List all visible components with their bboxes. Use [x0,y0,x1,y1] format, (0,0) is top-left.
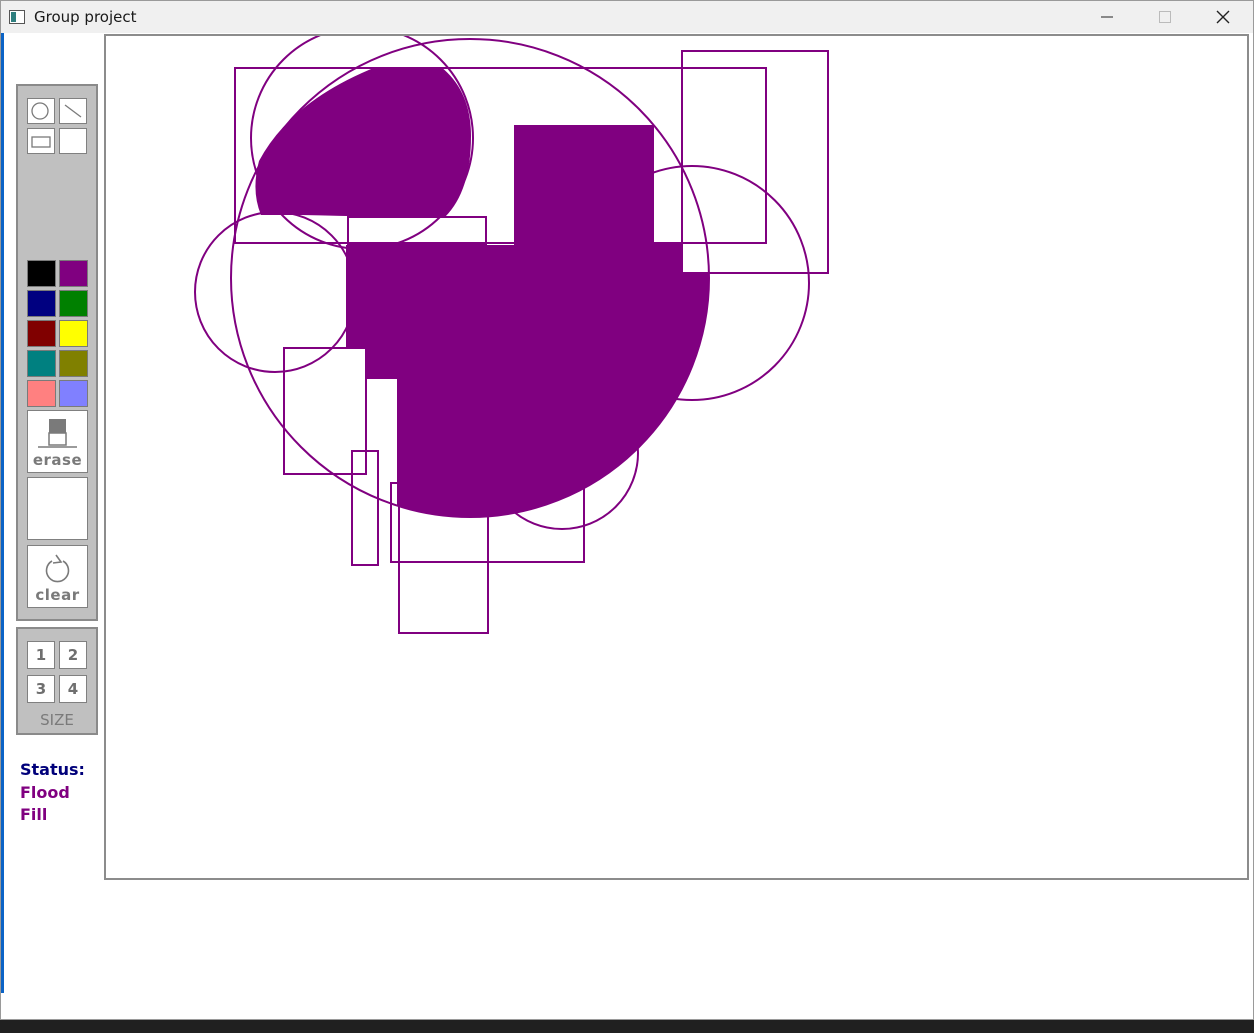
line-icon [64,104,82,118]
color-swatch-pink[interactable] [27,380,56,407]
color-swatch-purple[interactable] [59,260,88,287]
eraser-icon [38,419,77,448]
color-swatch-black[interactable] [27,260,56,287]
color-swatch-teal[interactable] [27,350,56,377]
erase-button[interactable]: erase [27,410,88,473]
color-swatch-maroon[interactable] [27,320,56,347]
drawing-canvas[interactable] [104,34,1249,880]
clear-label: clear [35,586,80,604]
circle-icon [31,102,49,120]
erase-label: erase [32,451,83,469]
color-swatch-yellow[interactable] [59,320,88,347]
close-button[interactable] [1194,1,1252,33]
size-3-button[interactable]: 3 [27,675,55,703]
minimize-button[interactable] [1078,1,1136,33]
app-window: Group project erase clear 1 2 3 4 SIZE S… [0,0,1254,1020]
color-swatch-olive[interactable] [59,350,88,377]
rectangle-tool-button[interactable] [27,128,55,154]
canvas-drawing [194,36,829,634]
minimize-icon [1101,16,1113,18]
size-label: SIZE [40,711,74,729]
refresh-icon [45,554,70,583]
size-1-button[interactable]: 1 [27,641,55,669]
window-title: Group project [34,8,137,26]
status-value: Flood Fill [20,783,70,824]
maximize-icon [1159,11,1171,23]
maximize-button[interactable] [1136,1,1194,33]
window-left-edge [1,33,4,993]
circle-tool-button[interactable] [27,98,55,124]
color-swatch-navy[interactable] [27,290,56,317]
size-2-button[interactable]: 2 [59,641,87,669]
size-panel: 1 2 3 4 SIZE [16,627,98,735]
size-4-button[interactable]: 4 [59,675,87,703]
taskbar [0,1020,1254,1033]
status-label: Status: [20,760,85,779]
fill-tool-button[interactable] [59,128,87,154]
app-icon [9,10,25,24]
title-bar[interactable]: Group project [1,1,1253,33]
rectangle-icon [31,136,51,148]
color-swatch-green[interactable] [59,290,88,317]
clear-button[interactable]: clear [27,545,88,608]
color-swatch-light-blue[interactable] [59,380,88,407]
close-icon [1216,10,1230,24]
tool-panel: erase clear [16,84,98,621]
current-color-preview [27,477,88,540]
line-tool-button[interactable] [59,98,87,124]
